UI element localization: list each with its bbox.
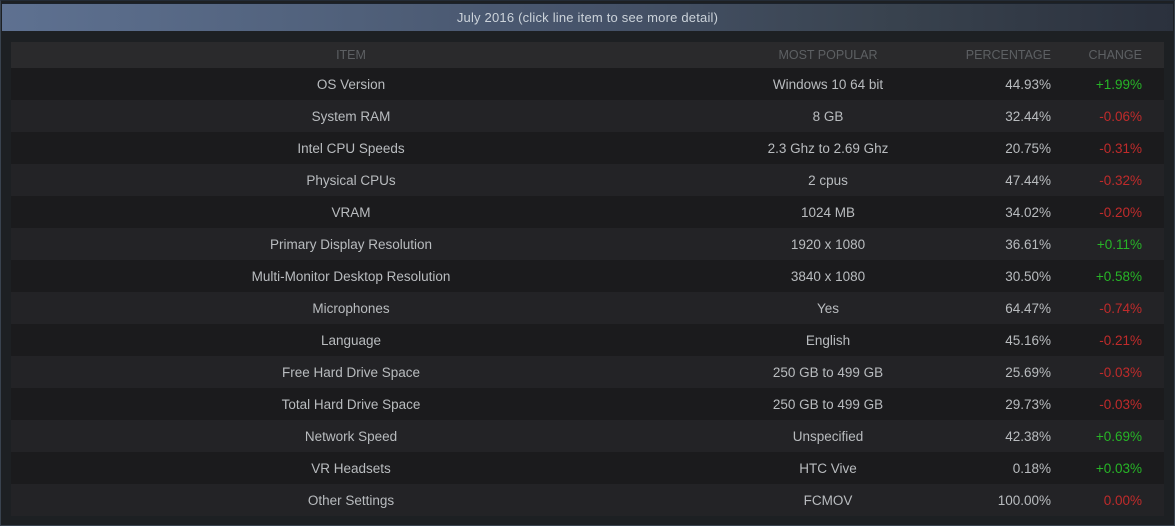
most-popular-cell: 2.3 Ghz to 2.69 Ghz	[767, 140, 889, 156]
survey-table: ITEM MOST POPULAR PERCENTAGE CHANGE OS V…	[11, 42, 1164, 516]
column-header-item: ITEM	[336, 48, 366, 62]
column-header-percentage: PERCENTAGE	[965, 48, 1051, 62]
table-row[interactable]: VR Headsets HTC Vive 0.18% +0.03%	[11, 452, 1164, 484]
table-row[interactable]: VRAM 1024 MB 34.02% -0.20%	[11, 196, 1164, 228]
most-popular-cell: HTC Vive	[799, 460, 857, 476]
change-cell: +1.99%	[1095, 76, 1142, 92]
percentage-cell: 100.00%	[997, 492, 1051, 508]
item-cell: Other Settings	[307, 492, 395, 508]
change-cell: -0.03%	[1099, 364, 1142, 380]
percentage-cell: 0.18%	[1012, 460, 1051, 476]
change-cell: 0.00%	[1103, 492, 1142, 508]
most-popular-cell: 1024 MB	[800, 204, 856, 220]
change-cell: -0.20%	[1099, 204, 1142, 220]
item-cell: System RAM	[311, 108, 391, 124]
most-popular-cell: 3840 x 1080	[790, 268, 866, 284]
change-cell: -0.21%	[1099, 332, 1142, 348]
item-cell: Free Hard Drive Space	[281, 364, 421, 380]
steam-hardware-survey-page: July 2016 (click line item to see more d…	[0, 0, 1175, 526]
item-cell: VR Headsets	[311, 460, 391, 476]
most-popular-cell: 250 GB to 499 GB	[772, 364, 884, 380]
item-cell: Intel CPU Speeds	[297, 140, 405, 156]
percentage-cell: 20.75%	[1005, 140, 1051, 156]
table-row[interactable]: Physical CPUs 2 cpus 47.44% -0.32%	[11, 164, 1164, 196]
item-cell: Primary Display Resolution	[269, 236, 433, 252]
most-popular-cell: 250 GB to 499 GB	[772, 396, 884, 412]
table-row[interactable]: Free Hard Drive Space 250 GB to 499 GB 25.…	[11, 356, 1164, 388]
table-row[interactable]: System RAM 8 GB 32.44% -0.06%	[11, 100, 1164, 132]
item-cell: VRAM	[331, 204, 371, 220]
table-row[interactable]: Multi-Monitor Desktop Resolution 3840 x 1…	[11, 260, 1164, 292]
change-cell: +0.03%	[1095, 460, 1142, 476]
change-cell: +0.69%	[1095, 428, 1142, 444]
change-cell: -0.32%	[1099, 172, 1142, 188]
most-popular-cell: 1920 x 1080	[790, 236, 866, 252]
change-cell: -0.06%	[1099, 108, 1142, 124]
percentage-cell: 30.50%	[1005, 268, 1051, 284]
change-cell: -0.31%	[1099, 140, 1142, 156]
survey-month-header: July 2016 (click line item to see more d…	[2, 3, 1173, 31]
column-header-most-popular: MOST POPULAR	[778, 48, 878, 62]
most-popular-cell: Unspecified	[792, 428, 864, 444]
percentage-cell: 25.69%	[1005, 364, 1051, 380]
percentage-cell: 64.47%	[1005, 300, 1051, 316]
percentage-cell: 36.61%	[1005, 236, 1051, 252]
most-popular-cell: 8 GB	[812, 108, 844, 124]
table-row[interactable]: Intel CPU Speeds 2.3 Ghz to 2.69 Ghz 20.75…	[11, 132, 1164, 164]
table-row[interactable]: Microphones Yes 64.47% -0.74%	[11, 292, 1164, 324]
most-popular-cell: Yes	[816, 300, 840, 316]
table-row[interactable]: Network Speed Unspecified 42.38% +0.69%	[11, 420, 1164, 452]
survey-title: July 2016 (click line item to see more d…	[456, 10, 719, 25]
change-cell: -0.74%	[1099, 300, 1142, 316]
item-cell: Language	[320, 332, 382, 348]
most-popular-cell: 2 cpus	[808, 172, 848, 188]
percentage-cell: 44.93%	[1005, 76, 1051, 92]
item-cell: Multi-Monitor Desktop Resolution	[251, 268, 451, 284]
table-row[interactable]: Total Hard Drive Space 250 GB to 499 GB 29…	[11, 388, 1164, 420]
table-row[interactable]: Primary Display Resolution 1920 x 1080 36.…	[11, 228, 1164, 260]
table-row[interactable]: Other Settings FCMOV 100.00% 0.00%	[11, 484, 1164, 516]
most-popular-cell: Windows 10 64 bit	[772, 76, 884, 92]
table-row[interactable]: Language English 45.16% -0.21%	[11, 324, 1164, 356]
change-cell: +0.11%	[1096, 236, 1142, 252]
item-cell: Total Hard Drive Space	[281, 396, 421, 412]
percentage-cell: 34.02%	[1005, 204, 1051, 220]
change-cell: +0.58%	[1095, 268, 1142, 284]
percentage-cell: 47.44%	[1005, 172, 1051, 188]
most-popular-cell: FCMOV	[803, 492, 853, 508]
table-header-row: ITEM MOST POPULAR PERCENTAGE CHANGE	[11, 42, 1164, 68]
item-cell: Microphones	[312, 300, 390, 316]
percentage-cell: 32.44%	[1005, 108, 1051, 124]
table-body: OS Version Windows 10 64 bit 44.93% +1.99% S…	[11, 68, 1164, 516]
percentage-cell: 45.16%	[1005, 332, 1051, 348]
change-cell: -0.03%	[1099, 396, 1142, 412]
percentage-cell: 29.73%	[1005, 396, 1051, 412]
most-popular-cell: English	[805, 332, 851, 348]
column-header-change: CHANGE	[1088, 48, 1142, 62]
item-cell: OS Version	[316, 76, 386, 92]
percentage-cell: 42.38%	[1005, 428, 1051, 444]
item-cell: Network Speed	[304, 428, 398, 444]
table-row[interactable]: OS Version Windows 10 64 bit 44.93% +1.99%	[11, 68, 1164, 100]
item-cell: Physical CPUs	[306, 172, 396, 188]
